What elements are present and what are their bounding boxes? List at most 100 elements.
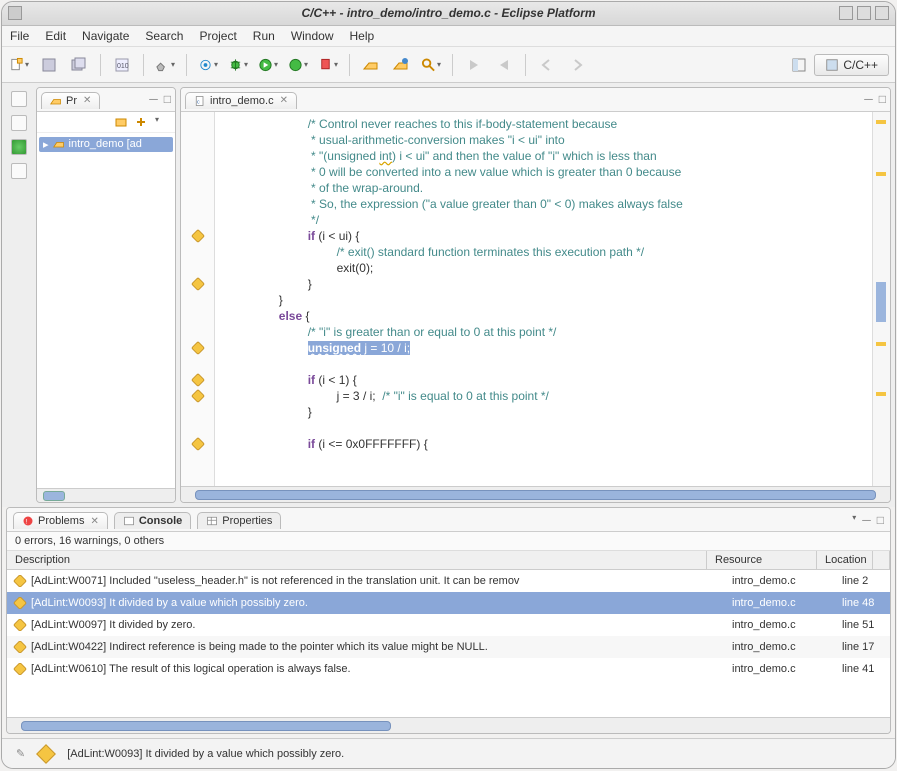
binary-button[interactable]: 010 bbox=[111, 54, 133, 76]
tab-label: Pr bbox=[66, 95, 77, 107]
warning-icon bbox=[13, 641, 27, 653]
warning-icon[interactable] bbox=[190, 389, 204, 403]
task-view-icon[interactable] bbox=[11, 163, 27, 179]
outline-view-icon[interactable] bbox=[11, 115, 27, 131]
make-view-icon[interactable] bbox=[11, 139, 27, 155]
tab-problems[interactable]: ! Problems ✕ bbox=[13, 512, 108, 529]
project-explorer-panel: Pr ✕ ─ □ ▾ ▸ intro_demo [ad bbox=[36, 87, 176, 503]
main-toolbar: ▾ 010 ▾ ▾ ▾ ▾ ▾ ▾ ▾ C/C++ bbox=[2, 47, 895, 83]
table-row[interactable]: [AdLint:W0422] Indirect reference is bei… bbox=[7, 636, 890, 658]
project-name: intro_demo [ad bbox=[69, 138, 142, 150]
prev-annotation-button[interactable] bbox=[493, 54, 515, 76]
profile-button[interactable]: ▾ bbox=[287, 54, 309, 76]
perspective-switcher[interactable]: C/C++ bbox=[814, 54, 889, 76]
build-button[interactable]: ▾ bbox=[154, 54, 176, 76]
svg-text:c: c bbox=[197, 99, 200, 105]
svg-text:010: 010 bbox=[117, 63, 129, 70]
menu-help[interactable]: Help bbox=[350, 29, 375, 43]
open-type-button[interactable] bbox=[360, 54, 382, 76]
run-button[interactable]: ▾ bbox=[257, 54, 279, 76]
horizontal-scrollbar[interactable] bbox=[7, 717, 890, 733]
table-row[interactable]: [AdLint:W0097] It divided by zero. intro… bbox=[7, 614, 890, 636]
menu-bar: File Edit Navigate Search Project Run Wi… bbox=[2, 26, 895, 48]
back-button[interactable] bbox=[536, 54, 558, 76]
view-menu-icon[interactable]: ▾ bbox=[852, 513, 856, 527]
maximize-view-icon[interactable]: □ bbox=[879, 92, 886, 106]
table-row[interactable]: [AdLint:W0610] The result of this logica… bbox=[7, 658, 890, 680]
search-button[interactable]: ▾ bbox=[420, 54, 442, 76]
menu-edit[interactable]: Edit bbox=[45, 29, 66, 43]
minimize-view-icon[interactable]: ─ bbox=[149, 92, 158, 106]
menu-search[interactable]: Search bbox=[145, 29, 183, 43]
overview-ruler[interactable] bbox=[872, 112, 890, 486]
open-task-button[interactable] bbox=[390, 54, 412, 76]
left-trim-bar bbox=[6, 87, 32, 503]
link-editor-icon[interactable] bbox=[134, 115, 148, 129]
column-resource[interactable]: Resource bbox=[707, 551, 817, 569]
tab-editor-file[interactable]: c intro_demo.c ✕ bbox=[185, 92, 297, 109]
collapse-all-icon[interactable] bbox=[114, 115, 128, 129]
svg-text:!: ! bbox=[26, 519, 28, 526]
open-perspective-button[interactable] bbox=[788, 54, 810, 76]
close-icon[interactable]: ✕ bbox=[83, 95, 91, 106]
column-description[interactable]: Description bbox=[7, 551, 707, 569]
title-bar: C/C++ - intro_demo/intro_demo.c - Eclips… bbox=[2, 2, 895, 26]
close-button[interactable] bbox=[875, 6, 889, 20]
horizontal-scrollbar[interactable] bbox=[181, 486, 890, 502]
editor-body[interactable]: /* Control never reaches to this if-body… bbox=[181, 112, 890, 486]
project-tree[interactable]: ▸ intro_demo [ad bbox=[37, 133, 175, 488]
menu-run[interactable]: Run bbox=[253, 29, 275, 43]
maximize-view-icon[interactable]: □ bbox=[877, 513, 884, 527]
menu-project[interactable]: Project bbox=[199, 29, 236, 43]
minimize-view-icon[interactable]: ─ bbox=[862, 513, 871, 527]
editor-panel: c intro_demo.c ✕ ─ □ bbox=[180, 87, 891, 503]
menu-window[interactable]: Window bbox=[291, 29, 334, 43]
new-button[interactable]: ▾ bbox=[8, 54, 30, 76]
horizontal-scrollbar[interactable] bbox=[37, 488, 175, 502]
close-icon[interactable]: ✕ bbox=[90, 516, 98, 527]
target-button[interactable]: ▾ bbox=[197, 54, 219, 76]
minimize-view-icon[interactable]: ─ bbox=[864, 92, 873, 106]
maximize-view-icon[interactable]: □ bbox=[164, 92, 171, 106]
code-area[interactable]: /* Control never reaches to this if-body… bbox=[215, 112, 872, 486]
column-location[interactable]: Location bbox=[817, 551, 873, 569]
status-message: [AdLint:W0093] It divided by a value whi… bbox=[67, 748, 344, 760]
tab-properties[interactable]: Properties bbox=[197, 512, 281, 529]
view-menu-icon[interactable]: ▾ bbox=[155, 115, 169, 129]
save-button[interactable] bbox=[38, 54, 60, 76]
status-writable-icon: ✎ bbox=[16, 747, 25, 760]
debug-button[interactable]: ▾ bbox=[227, 54, 249, 76]
minimize-button[interactable] bbox=[839, 6, 853, 20]
tab-project-explorer[interactable]: Pr ✕ bbox=[41, 92, 100, 109]
menu-navigate[interactable]: Navigate bbox=[82, 29, 129, 43]
warning-icon bbox=[13, 575, 27, 587]
tab-console[interactable]: Console bbox=[114, 512, 191, 529]
warning-icon[interactable] bbox=[190, 437, 204, 451]
maximize-button[interactable] bbox=[857, 6, 871, 20]
next-annotation-button[interactable] bbox=[463, 54, 485, 76]
table-row[interactable]: [AdLint:W0093] It divided by a value whi… bbox=[7, 592, 890, 614]
table-row[interactable]: [AdLint:W0071] Included "useless_header.… bbox=[7, 570, 890, 592]
bottom-panel: ! Problems ✕ Console Properties ▾ ─ □ 0 … bbox=[6, 507, 891, 734]
ext-tools-button[interactable]: ▾ bbox=[317, 54, 339, 76]
close-icon[interactable]: ✕ bbox=[280, 95, 288, 106]
problems-summary: 0 errors, 16 warnings, 0 others bbox=[7, 532, 890, 551]
menu-file[interactable]: File bbox=[10, 29, 29, 43]
editor-gutter[interactable] bbox=[181, 112, 215, 486]
restore-view-icon[interactable] bbox=[11, 91, 27, 107]
warning-icon[interactable] bbox=[190, 373, 204, 387]
main-area: Pr ✕ ─ □ ▾ ▸ intro_demo [ad c i bbox=[2, 83, 895, 507]
problems-rows[interactable]: [AdLint:W0071] Included "useless_header.… bbox=[7, 570, 890, 717]
warning-icon[interactable] bbox=[190, 341, 204, 355]
tree-project-item[interactable]: ▸ intro_demo [ad bbox=[39, 137, 173, 152]
perspective-label: C/C++ bbox=[843, 58, 878, 72]
warning-icon[interactable] bbox=[190, 229, 204, 243]
warning-icon[interactable] bbox=[190, 277, 204, 291]
expand-icon[interactable]: ▸ bbox=[43, 138, 49, 151]
problems-table-header: Description Resource Location bbox=[7, 551, 890, 570]
app-icon bbox=[8, 6, 22, 20]
editor-tab-label: intro_demo.c bbox=[210, 95, 274, 107]
forward-button[interactable] bbox=[566, 54, 588, 76]
save-all-button[interactable] bbox=[68, 54, 90, 76]
problems-label: Problems bbox=[38, 515, 84, 527]
